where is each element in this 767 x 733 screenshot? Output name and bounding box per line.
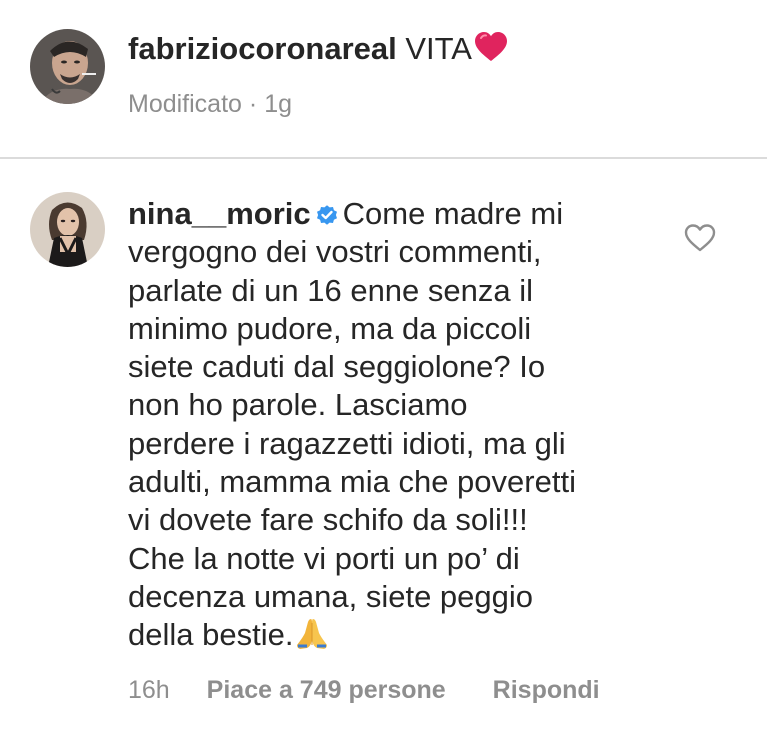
comment-actions: 16h Piace a 749 persone Rispondi <box>128 672 600 708</box>
comment-line: della bestie. <box>128 617 294 653</box>
post-caption: fabriziocoronareal VITA Modificato · 1g <box>0 0 767 158</box>
avatar-fabriziocoronareal[interactable] <box>30 29 105 104</box>
comment-line: perdere i ragazzetti idioti, ma gli <box>128 425 566 461</box>
avatar-nina__moric[interactable] <box>30 192 105 267</box>
comment-line: decenza umana, siete peggio <box>128 578 534 614</box>
caption-timestamp: 1g <box>264 90 292 118</box>
divider <box>0 157 767 159</box>
comment-line: Come madre mi <box>342 196 564 231</box>
comment-line: adulti, mamma mia che poveretti <box>128 464 576 500</box>
caption-text: fabriziocoronareal VITA <box>128 30 508 68</box>
reply-button[interactable]: Rispondi <box>493 672 600 708</box>
comment-time: 16h <box>128 676 170 704</box>
meta-separator: · <box>248 90 258 118</box>
verified-badge-icon <box>315 203 339 227</box>
edited-label: Modificato <box>128 90 242 118</box>
folded-hands-emoji <box>295 617 329 651</box>
comment-line: siete caduti dal seggiolone? Io <box>128 349 546 385</box>
comment-item: nina__moric Come madre mi vergogno dei vo… <box>0 160 767 733</box>
comment-line: non ho parole. Lasciamo <box>128 387 468 423</box>
comment-line: vergogno dei vostri commenti, <box>128 234 542 270</box>
red-heart-emoji <box>474 31 508 63</box>
heart-outline-icon[interactable] <box>684 223 716 253</box>
caption-body: VITA <box>405 31 472 66</box>
comment-username[interactable]: nina__moric <box>128 196 311 231</box>
caption-username[interactable]: fabriziocoronareal <box>128 31 397 66</box>
comment-line: parlate di un 16 enne senza il <box>128 272 534 308</box>
likes-count-link[interactable]: Piace a 749 persone <box>207 672 446 708</box>
caption-meta: Modificato · 1g <box>128 86 292 122</box>
avatar-image <box>30 192 105 267</box>
comment-line: vi dovete fare schifo da soli!!! <box>128 502 528 538</box>
comment-line: minimo pudore, ma da piccoli <box>128 310 532 346</box>
comment-first-line: nina__moric Come madre mi <box>128 195 658 233</box>
comment-body: nina__moric Come madre mi vergogno dei vo… <box>128 195 658 655</box>
comment-line: Che la notte vi porti un po’ di <box>128 540 520 576</box>
comment-last-line: della bestie. <box>128 616 658 654</box>
avatar-image <box>30 29 105 104</box>
